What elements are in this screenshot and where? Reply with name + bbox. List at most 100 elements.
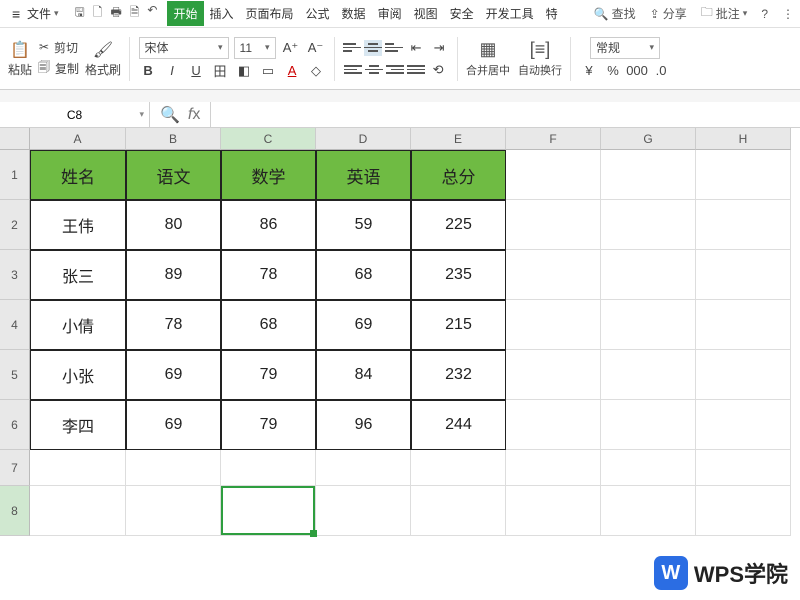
zoom-icon[interactable]: 🔍 bbox=[160, 105, 180, 125]
font-size-select[interactable]: 11▾ bbox=[234, 37, 276, 59]
col-header-B[interactable]: B bbox=[126, 128, 221, 150]
cell[interactable] bbox=[601, 150, 696, 200]
print-icon[interactable]: 🖶 bbox=[110, 3, 121, 24]
cell[interactable]: 80 bbox=[126, 200, 221, 250]
cell[interactable] bbox=[316, 486, 411, 536]
cell[interactable] bbox=[601, 450, 696, 486]
cell[interactable] bbox=[506, 400, 601, 450]
cell[interactable] bbox=[506, 300, 601, 350]
align-left[interactable] bbox=[344, 62, 362, 78]
cell[interactable]: 68 bbox=[316, 250, 411, 300]
align-bottom[interactable] bbox=[385, 40, 403, 56]
cell[interactable]: 数学 bbox=[221, 150, 316, 200]
cell[interactable] bbox=[696, 250, 791, 300]
number-format[interactable]: 常规▾ bbox=[590, 37, 660, 59]
cell[interactable]: 225 bbox=[411, 200, 506, 250]
fx-icon[interactable]: fx bbox=[188, 106, 200, 124]
cell[interactable] bbox=[221, 486, 316, 536]
undo-icon[interactable]: ↶ bbox=[147, 3, 157, 24]
row-header-1[interactable]: 1 bbox=[0, 150, 30, 200]
align-middle[interactable] bbox=[364, 40, 382, 56]
align-center[interactable] bbox=[365, 62, 383, 78]
col-header-E[interactable]: E bbox=[411, 128, 506, 150]
font-grow[interactable]: A⁺ bbox=[281, 38, 301, 58]
cell[interactable]: 张三 bbox=[30, 250, 126, 300]
merge-center[interactable]: ▦合并居中 bbox=[466, 39, 510, 78]
preview-icon[interactable]: 🗎 bbox=[130, 3, 140, 24]
cell[interactable] bbox=[506, 200, 601, 250]
orientation[interactable]: ⟲ bbox=[428, 60, 448, 80]
font-select[interactable]: 宋体▾ bbox=[139, 37, 229, 59]
font-shrink[interactable]: A⁻ bbox=[306, 38, 326, 58]
name-box[interactable]: C8▾ bbox=[0, 102, 150, 127]
italic-button[interactable]: I bbox=[162, 61, 182, 81]
cell[interactable] bbox=[506, 350, 601, 400]
cell[interactable]: 小张 bbox=[30, 350, 126, 400]
wrap-text[interactable]: [≡]自动换行 bbox=[518, 39, 562, 78]
tab-data[interactable]: 数据 bbox=[336, 1, 372, 26]
cell[interactable] bbox=[601, 250, 696, 300]
format-painter[interactable]: 🖌 格式刷 bbox=[85, 39, 121, 78]
save-icon[interactable]: 🖫 bbox=[75, 3, 85, 24]
cell[interactable] bbox=[696, 450, 791, 486]
bold-button[interactable]: B bbox=[138, 61, 158, 81]
cell[interactable]: 86 bbox=[221, 200, 316, 250]
cell[interactable]: 59 bbox=[316, 200, 411, 250]
row-header-2[interactable]: 2 bbox=[0, 200, 30, 250]
search-button[interactable]: 🔍查找 bbox=[594, 5, 636, 22]
cell[interactable]: 68 bbox=[221, 300, 316, 350]
comment-button[interactable]: 🗀批注▾ bbox=[701, 3, 748, 24]
cell[interactable] bbox=[30, 486, 126, 536]
fill-color[interactable]: ▭ bbox=[258, 61, 278, 81]
cell[interactable]: 69 bbox=[126, 350, 221, 400]
row-header-5[interactable]: 5 bbox=[0, 350, 30, 400]
cell[interactable]: 84 bbox=[316, 350, 411, 400]
align-justify[interactable] bbox=[407, 62, 425, 78]
highlight[interactable]: ◇ bbox=[306, 61, 326, 81]
cell[interactable]: 李四 bbox=[30, 400, 126, 450]
cell[interactable]: 232 bbox=[411, 350, 506, 400]
cell[interactable] bbox=[696, 350, 791, 400]
col-header-F[interactable]: F bbox=[506, 128, 601, 150]
help-icon[interactable]: ? bbox=[761, 7, 768, 21]
cell[interactable] bbox=[601, 486, 696, 536]
align-top[interactable] bbox=[343, 40, 361, 56]
cell[interactable] bbox=[696, 486, 791, 536]
cell[interactable] bbox=[696, 150, 791, 200]
tab-more[interactable]: 特 bbox=[540, 1, 564, 26]
doc-icon[interactable]: 🗋 bbox=[93, 3, 103, 24]
cell[interactable]: 小倩 bbox=[30, 300, 126, 350]
row-header-4[interactable]: 4 bbox=[0, 300, 30, 350]
cell[interactable]: 89 bbox=[126, 250, 221, 300]
tab-layout[interactable]: 页面布局 bbox=[240, 1, 300, 26]
cell[interactable] bbox=[126, 486, 221, 536]
cell[interactable]: 235 bbox=[411, 250, 506, 300]
font-color[interactable]: A bbox=[282, 61, 302, 81]
cell[interactable] bbox=[506, 450, 601, 486]
cell[interactable]: 69 bbox=[126, 400, 221, 450]
align-right[interactable] bbox=[386, 62, 404, 78]
cell[interactable]: 总分 bbox=[411, 150, 506, 200]
cell[interactable] bbox=[601, 350, 696, 400]
cell[interactable] bbox=[696, 300, 791, 350]
indent-dec[interactable]: ⇤ bbox=[406, 38, 426, 58]
currency[interactable]: ¥ bbox=[579, 61, 599, 81]
cell[interactable]: 215 bbox=[411, 300, 506, 350]
cell[interactable] bbox=[316, 450, 411, 486]
cut-button[interactable]: ✂剪切 bbox=[39, 39, 78, 56]
cell[interactable]: 96 bbox=[316, 400, 411, 450]
col-header-A[interactable]: A bbox=[30, 128, 126, 150]
underline-button[interactable]: U bbox=[186, 61, 206, 81]
row-header-6[interactable]: 6 bbox=[0, 400, 30, 450]
col-header-D[interactable]: D bbox=[316, 128, 411, 150]
col-header-C[interactable]: C bbox=[221, 128, 316, 150]
row-header-7[interactable]: 7 bbox=[0, 450, 30, 486]
tab-insert[interactable]: 插入 bbox=[204, 1, 240, 26]
tab-review[interactable]: 审阅 bbox=[372, 1, 408, 26]
cell[interactable] bbox=[221, 450, 316, 486]
select-all-corner[interactable] bbox=[0, 128, 30, 150]
row-header-3[interactable]: 3 bbox=[0, 250, 30, 300]
share-button[interactable]: ⇪分享 bbox=[650, 5, 687, 22]
cell[interactable]: 姓名 bbox=[30, 150, 126, 200]
dec-inc[interactable]: .0 bbox=[651, 61, 671, 81]
